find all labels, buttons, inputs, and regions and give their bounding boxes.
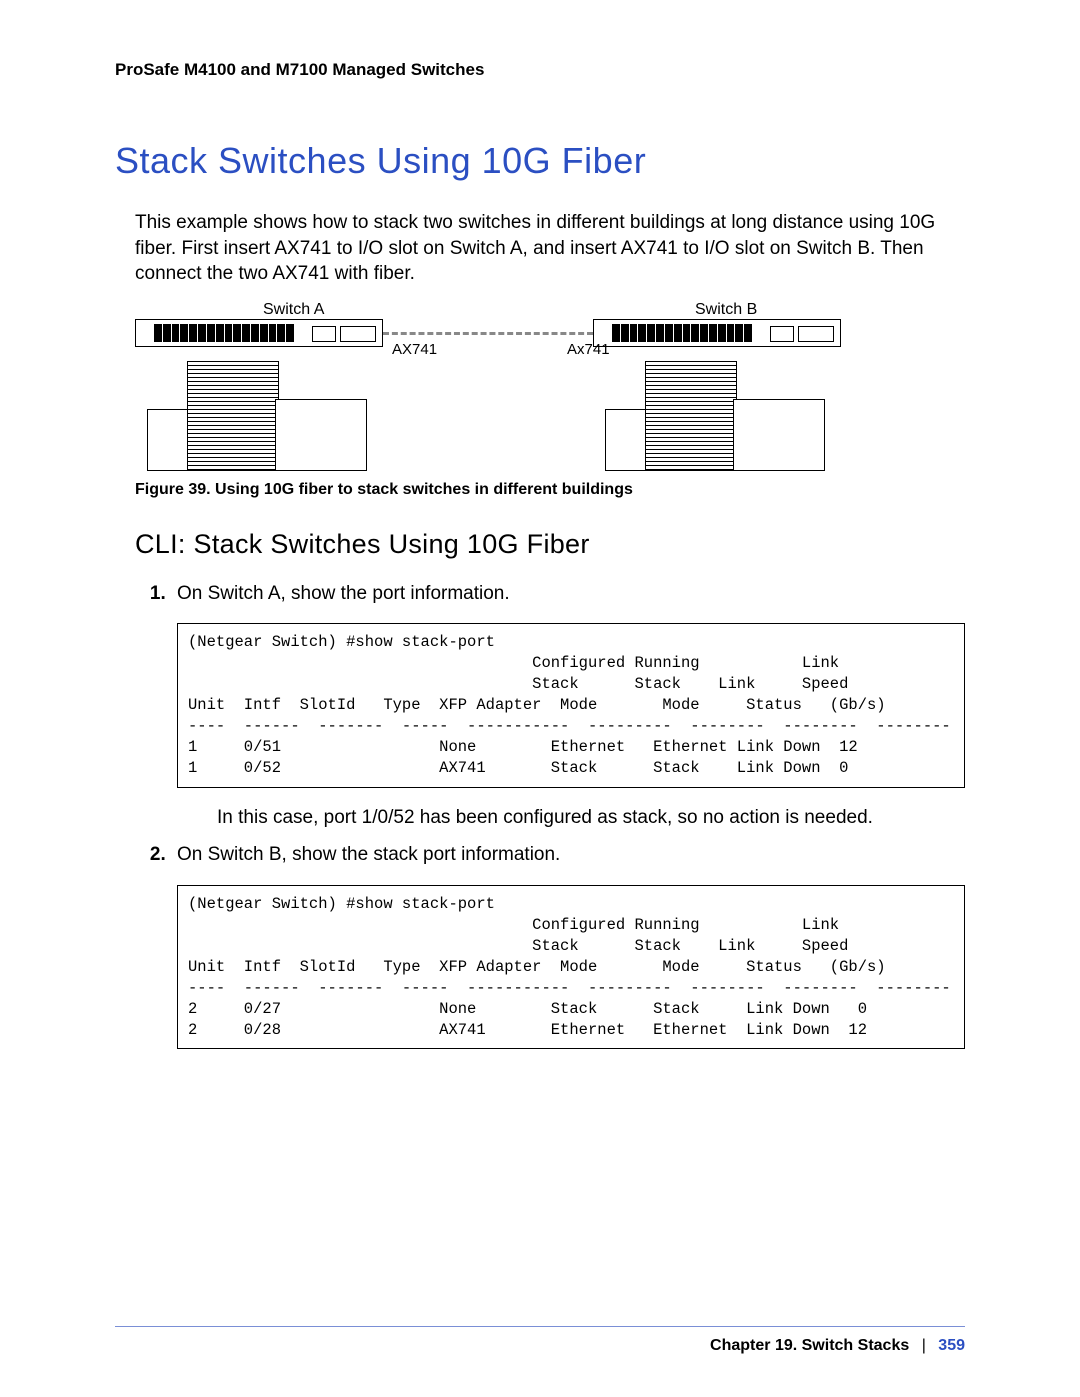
ax741-left-label: AX741 [392,341,437,358]
cli-output-2: (Netgear Switch) #show stack-port Config… [177,885,965,1049]
footer-page-number: 359 [938,1337,965,1354]
switch-b-device [593,319,841,347]
section-intro: This example shows how to stack two swit… [135,210,965,287]
switch-b-slot [798,326,834,342]
building-b [605,361,825,471]
figure-caption: Figure 39. Using 10G fiber to stack swit… [135,481,965,499]
cli-output-1: (Netgear Switch) #show stack-port Config… [177,623,965,787]
building-a [147,361,367,471]
footer-separator: | [922,1337,926,1354]
page-footer: Chapter 19. Switch Stacks | 359 [115,1326,965,1355]
switch-a-slot [340,326,376,342]
ax741-right-label: Ax741 [567,341,610,358]
switch-a-ports [154,324,294,342]
steps-list: On Switch A, show the port information. … [135,580,965,1050]
figure-diagram: Switch A Switch B AX741 Ax741 [135,301,965,471]
step-1-text: On Switch A, show the port information. [177,583,510,604]
step-1: On Switch A, show the port information. … [171,580,965,832]
switch-b-ports [612,324,752,342]
fiber-link-line [383,332,593,335]
switch-b-slot2 [770,326,794,342]
switch-a-device [135,319,383,347]
section-title: Stack Switches Using 10G Fiber [115,140,965,182]
switch-a-label: Switch A [263,301,324,319]
switch-a-slot2 [312,326,336,342]
subsection-title: CLI: Stack Switches Using 10G Fiber [135,529,965,560]
running-head: ProSafe M4100 and M7100 Managed Switches [115,60,965,80]
switch-b-label: Switch B [695,301,757,319]
footer-chapter: Chapter 19. Switch Stacks [710,1337,909,1354]
page: ProSafe M4100 and M7100 Managed Switches… [0,0,1080,1397]
step-1-after: In this case, port 1/0/52 has been confi… [217,804,965,832]
step-2-text: On Switch B, show the stack port informa… [177,844,560,865]
step-2: On Switch B, show the stack port informa… [171,841,965,1049]
